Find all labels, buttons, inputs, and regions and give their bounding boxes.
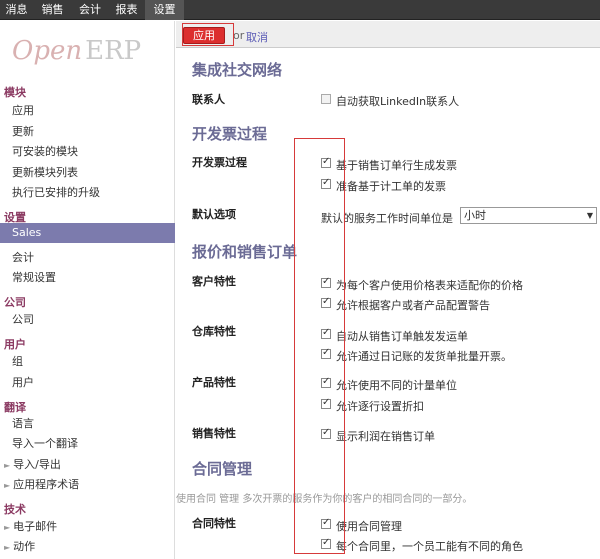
section-title-invoicing: 开发票过程 <box>192 125 268 143</box>
expand-arrow-icon: ► <box>4 543 11 552</box>
sidebar-item-actions[interactable]: ► 动作 <box>4 538 35 554</box>
option-invoice-timesheets: 准备基于计工单的发票 <box>336 180 446 193</box>
sidebar-item-import-export-label: 导入/导出 <box>13 458 61 471</box>
checkbox-highlight-box <box>294 138 345 554</box>
sidebar-item-email-label: 电子邮件 <box>13 520 58 533</box>
sidebar-item-groups[interactable]: 组 <box>12 353 23 369</box>
chevron-down-icon: ▼ <box>586 211 593 220</box>
nav-messages[interactable]: 消息 <box>0 0 33 20</box>
section-title-quotations: 报价和销售订单 <box>192 243 298 261</box>
settings-form: 集成社交网络 联系人 自动获取LinkedIn联系人 开发票过程 开发票过程 基… <box>176 49 600 559</box>
label-sales-features: 销售特性 <box>192 427 236 440</box>
label-contacts: 联系人 <box>192 93 225 106</box>
sidebar-section-companies: 公司 <box>4 296 26 309</box>
option-use-contracts: 使用合同管理 <box>336 520 402 533</box>
label-product-features: 产品特性 <box>192 376 236 389</box>
top-navigation-bar: 消息 销售 会计 报表 设置 <box>0 0 600 20</box>
openerp-logo[interactable]: Open ERP <box>12 36 141 66</box>
sidebar-item-update-module-list[interactable]: 更新模块列表 <box>12 164 78 180</box>
expand-arrow-icon: ► <box>4 523 11 532</box>
sidebar-item-general-settings[interactable]: 常规设置 <box>12 269 56 285</box>
section-title-social: 集成社交网络 <box>192 61 283 79</box>
label-contract-features: 合同特性 <box>192 517 236 530</box>
form-toolbar: 应用 or 取消 <box>176 21 600 48</box>
label-invoicing-process: 开发票过程 <box>192 156 247 169</box>
option-show-margin: 显示利润在销售订单 <box>336 430 435 443</box>
nav-sales[interactable]: 销售 <box>34 0 71 20</box>
sidebar-item-email[interactable]: ► 电子邮件 <box>4 518 57 534</box>
logo-open-text: Open <box>12 36 83 66</box>
label-warehouse-features: 仓库特性 <box>192 325 236 338</box>
sidebar-item-scheduled-upgrades[interactable]: 执行已安排的升级 <box>12 184 100 200</box>
sidebar-item-sales[interactable]: Sales <box>0 223 175 243</box>
option-multi-uom: 允许使用不同的计量单位 <box>336 379 457 392</box>
sidebar-item-import-export[interactable]: ► 导入/导出 <box>4 456 61 472</box>
sidebar-item-actions-label: 动作 <box>13 540 36 553</box>
sidebar-section-translations: 翻译 <box>4 401 26 414</box>
sidebar-item-companies[interactable]: 公司 <box>12 311 34 327</box>
label-customer-features: 客户特性 <box>192 275 236 288</box>
label-default-options: 默认选项 <box>192 208 236 221</box>
sidebar-item-accounting[interactable]: 会计 <box>12 249 34 265</box>
nav-reports[interactable]: 报表 <box>109 0 144 20</box>
sidebar-section-modules: 模块 <box>4 86 26 99</box>
sidebar-item-languages[interactable]: 语言 <box>12 415 34 431</box>
nav-settings[interactable]: 设置 <box>145 0 184 20</box>
sidebar-item-import-translation[interactable]: 导入一个翻译 <box>12 435 78 451</box>
sidebar-item-app-terms[interactable]: ► 应用程序术语 <box>4 476 79 492</box>
option-batch-invoicing: 允许通过日记账的发货单批量开票。 <box>336 350 512 363</box>
option-invoice-on-lines: 基于销售订单行生成发票 <box>336 159 457 172</box>
cancel-link[interactable]: 取消 <box>246 29 268 45</box>
service-unit-value: 小时 <box>464 209 486 222</box>
expand-arrow-icon: ► <box>4 481 11 490</box>
sidebar-item-installable-modules[interactable]: 可安装的模块 <box>12 143 78 159</box>
sidebar-item-updates[interactable]: 更新 <box>12 123 34 139</box>
section-title-contracts: 合同管理 <box>192 460 253 478</box>
option-contract-roles: 每个合同里，一个员工能有不同的角色 <box>336 540 523 553</box>
checkbox-linkedin[interactable] <box>321 94 331 104</box>
option-line-discount: 允许逐行设置折扣 <box>336 400 424 413</box>
left-sidebar: Open ERP 模块 应用 更新 可安装的模块 更新模块列表 执行已安排的升级 … <box>0 21 175 559</box>
or-separator: or <box>233 29 245 42</box>
logo-erp-text: ERP <box>85 36 142 66</box>
sidebar-item-users[interactable]: 用户 <box>12 374 34 390</box>
option-warnings: 允许根据客户或者产品配置警告 <box>336 299 490 312</box>
apply-highlight-box <box>182 23 234 46</box>
sidebar-item-app-terms-label: 应用程序术语 <box>13 478 80 491</box>
option-auto-picking: 自动从销售订单触发发运单 <box>336 330 468 343</box>
sidebar-section-users: 用户 <box>4 338 26 351</box>
service-unit-select[interactable]: 小时 ▼ <box>460 207 597 224</box>
expand-arrow-icon: ► <box>4 461 11 470</box>
option-pricelist: 为每个客户使用价格表来适配你的价格 <box>336 279 523 292</box>
nav-accounting[interactable]: 会计 <box>72 0 108 20</box>
sidebar-item-apps[interactable]: 应用 <box>12 102 34 118</box>
option-linkedin: 自动获取LinkedIn联系人 <box>336 95 460 108</box>
sidebar-section-technical: 技术 <box>4 503 26 516</box>
